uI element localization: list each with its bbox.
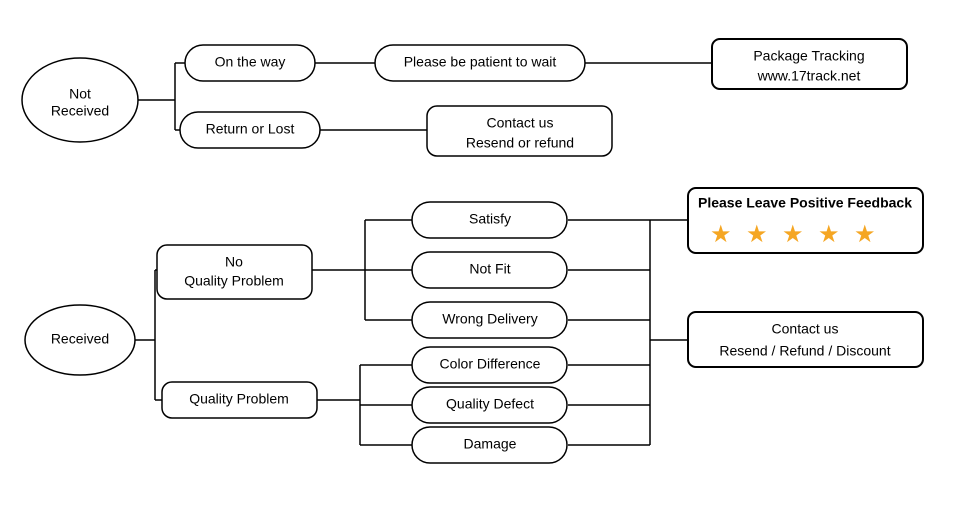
damage-label: Damage	[464, 436, 517, 452]
package-tracking-label2: www.17track.net	[757, 68, 861, 84]
on-the-way-label: On the way	[215, 54, 286, 70]
star1: ★	[710, 221, 732, 248]
contact-refund-label2: Resend / Refund / Discount	[719, 343, 890, 359]
star2: ★	[746, 221, 768, 248]
star4: ★	[818, 221, 840, 248]
contact-resend-label2: Resend or refund	[466, 135, 574, 151]
package-tracking-label1: Package Tracking	[753, 48, 864, 64]
star5: ★	[854, 221, 876, 248]
color-diff-label: Color Difference	[440, 356, 541, 372]
contact-resend-label1: Contact us	[487, 115, 554, 131]
satisfy-label: Satisfy	[469, 211, 511, 227]
no-quality-label1: No	[225, 254, 243, 270]
received-label: Received	[51, 331, 109, 347]
quality-problem-label: Quality Problem	[189, 391, 289, 407]
diagram-svg: Not Received On the way Return or Lost P…	[0, 0, 960, 513]
star3: ★	[782, 221, 804, 248]
not-received-label2: Received	[51, 103, 109, 119]
patient-wait-label: Please be patient to wait	[404, 54, 557, 70]
wrong-delivery-label: Wrong Delivery	[442, 311, 537, 327]
positive-feedback-label: Please Leave Positive Feedback	[698, 195, 912, 211]
contact-refund-label1: Contact us	[772, 321, 839, 337]
quality-defect-label: Quality Defect	[446, 396, 534, 412]
not-fit-label: Not Fit	[469, 261, 510, 277]
not-received-label: Not	[69, 86, 91, 102]
return-lost-label: Return or Lost	[206, 121, 295, 137]
no-quality-label2: Quality Problem	[184, 273, 284, 289]
